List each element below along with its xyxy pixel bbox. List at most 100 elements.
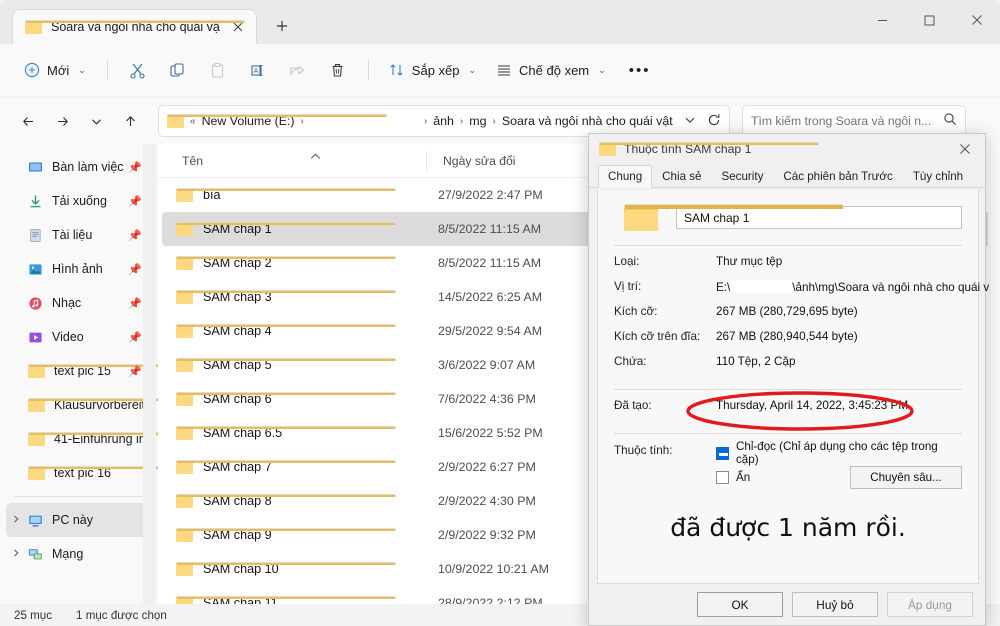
sidebar-item-network[interactable]: Mạng xyxy=(6,537,152,571)
new-button[interactable]: Mới ⌄ xyxy=(14,54,96,86)
folder-icon xyxy=(176,358,193,372)
file-name-cell: bìa xyxy=(162,188,426,202)
tab-customize[interactable]: Tùy chỉnh xyxy=(903,165,973,188)
file-list-scrollbar[interactable] xyxy=(988,144,1000,604)
maximize-icon[interactable] xyxy=(906,0,953,40)
document-icon xyxy=(28,228,43,243)
sidebar-item-klausurvorbereitung[interactable]: Klausurvorbereit xyxy=(6,388,152,422)
pin-icon[interactable]: 📌 xyxy=(128,229,142,242)
dialog-button-row: OK Huỷ bỏ Áp dụng xyxy=(589,592,987,617)
location-suffix: \ảnh\mg\Soara và ngôi nhà cho quái v xyxy=(792,281,989,294)
folder-icon xyxy=(176,256,193,270)
sidebar-item-text-pic-15[interactable]: text pic 15 📌 xyxy=(6,354,152,388)
trash-icon xyxy=(329,62,346,79)
tab-chia-se[interactable]: Chia sẻ xyxy=(652,165,711,188)
pin-icon[interactable]: 📌 xyxy=(128,195,142,208)
chevron-right-icon[interactable] xyxy=(12,515,20,525)
cancel-button[interactable]: Huỷ bỏ xyxy=(792,592,878,617)
breadcrumb-overflow[interactable]: « xyxy=(189,116,197,127)
scissors-icon xyxy=(129,62,146,79)
folder-icon xyxy=(176,460,193,474)
rename-button[interactable]: A xyxy=(239,54,277,86)
column-header-name[interactable]: Tên xyxy=(158,154,426,168)
minimize-icon[interactable] xyxy=(859,0,906,40)
network-icon xyxy=(28,547,43,562)
refresh-icon[interactable] xyxy=(707,113,725,130)
pin-icon[interactable]: 📌 xyxy=(128,331,142,344)
hidden-checkbox[interactable] xyxy=(716,471,729,484)
sidebar-item-this-pc[interactable]: PC này xyxy=(6,503,152,537)
pin-icon[interactable]: 📌 xyxy=(128,161,142,174)
sidebar-item-downloads[interactable]: Tải xuống 📌 xyxy=(6,184,152,218)
folder-icon xyxy=(176,392,193,406)
search-placeholder: Tìm kiếm trong Soara và ngôi n... xyxy=(751,114,931,128)
field-type: Loại: Thư mục tệp xyxy=(614,255,962,280)
field-value: Thư mục tệp xyxy=(716,255,782,268)
tab-security[interactable]: Security xyxy=(711,165,773,188)
recent-locations-button[interactable] xyxy=(80,105,112,137)
folder-icon xyxy=(624,204,658,231)
sidebar-item-music[interactable]: Nhạc 📌 xyxy=(6,286,152,320)
folder-name-row: SAM chap 1 xyxy=(614,204,962,231)
dialog-body: SAM chap 1 Loại: Thư mục tệp Vị trí: E:\… xyxy=(597,190,979,584)
breadcrumb-item-anh[interactable]: ảnh xyxy=(433,114,454,128)
sort-arrows-icon xyxy=(389,62,405,78)
file-name-cell: SAM chap 3 xyxy=(162,290,426,304)
breadcrumb-item-mg[interactable]: mg xyxy=(469,114,486,128)
folder-icon xyxy=(176,290,193,304)
up-button[interactable] xyxy=(114,105,146,137)
chevron-down-icon: ⌄ xyxy=(78,65,86,76)
field-location: Vị trí: E:\\ảnh\mg\Soara và ngôi nhà cho… xyxy=(614,280,962,305)
file-name-cell: SAM chap 6.5 xyxy=(162,426,426,440)
view-button[interactable]: Chế độ xem ⌄ xyxy=(487,54,615,86)
readonly-checkbox-row[interactable]: Chỉ-đọc (Chỉ áp dụng cho các tệp trong c… xyxy=(716,443,962,463)
readonly-checkbox[interactable] xyxy=(716,447,729,460)
explorer-tab[interactable]: Soara và ngôi nhà cho quái vậ xyxy=(12,9,257,44)
chevron-down-icon[interactable] xyxy=(678,114,702,129)
ok-button[interactable]: OK xyxy=(697,592,783,617)
close-icon[interactable] xyxy=(953,0,1000,40)
pin-icon[interactable]: 📌 xyxy=(128,297,142,310)
delete-button[interactable] xyxy=(319,54,357,86)
handwriting-note: đã được 1 năm rồi. xyxy=(614,513,962,542)
paste-button xyxy=(199,54,237,86)
item-count-label: 25 mục xyxy=(14,609,52,622)
tab-previous-versions[interactable]: Các phiên bản Trước xyxy=(773,165,902,188)
more-options-button[interactable]: ••• xyxy=(623,54,657,86)
back-button[interactable] xyxy=(12,105,44,137)
search-icon[interactable] xyxy=(943,112,957,131)
sidebar-item-41-einfuehrung[interactable]: 41-Einführung in xyxy=(6,422,152,456)
redacted-block xyxy=(730,280,792,293)
sidebar-item-pictures[interactable]: Hình ảnh 📌 xyxy=(6,252,152,286)
sidebar-item-desktop[interactable]: Bàn làm việc 📌 xyxy=(6,150,152,184)
navigation-scrollbar-track[interactable] xyxy=(143,144,156,604)
new-tab-button[interactable] xyxy=(265,9,299,43)
copy-button[interactable] xyxy=(159,54,197,86)
hidden-label: Ẩn xyxy=(736,471,750,484)
dialog-tab-strip: Chung Chia sẻ Security Các phiên bản Trư… xyxy=(589,164,985,188)
hidden-checkbox-row[interactable]: Ẩn Chuyên sâu... xyxy=(716,467,962,487)
folder-icon xyxy=(176,222,193,236)
sidebar-divider xyxy=(14,496,146,497)
new-button-label: Mới xyxy=(47,63,69,78)
tab-chung[interactable]: Chung xyxy=(598,165,652,188)
advanced-button[interactable]: Chuyên sâu... xyxy=(850,466,962,489)
pin-icon[interactable]: 📌 xyxy=(128,365,142,378)
forward-button[interactable] xyxy=(46,105,78,137)
divider xyxy=(614,433,962,434)
field-label: Đã tạo: xyxy=(614,399,716,412)
sidebar-item-text-pic-16[interactable]: text pic 16 xyxy=(6,456,152,490)
close-icon[interactable] xyxy=(945,134,985,164)
cut-button[interactable] xyxy=(119,54,157,86)
breadcrumb-item-current[interactable]: Soara và ngôi nhà cho quái vật xyxy=(502,114,673,128)
created-date-value: Thursday, April 14, 2022, 3:45:23 PM xyxy=(716,399,908,412)
sidebar-item-documents[interactable]: Tài liệu 📌 xyxy=(6,218,152,252)
chevron-right-icon[interactable] xyxy=(12,549,20,559)
video-icon xyxy=(28,330,43,345)
sidebar-item-videos[interactable]: Video 📌 xyxy=(6,320,152,354)
folder-name-input[interactable]: SAM chap 1 xyxy=(676,206,962,229)
pin-icon[interactable]: 📌 xyxy=(128,263,142,276)
file-name-cell: SAM chap 11 xyxy=(162,596,426,604)
share-button xyxy=(279,54,317,86)
sort-button[interactable]: Sắp xếp ⌄ xyxy=(380,54,485,86)
